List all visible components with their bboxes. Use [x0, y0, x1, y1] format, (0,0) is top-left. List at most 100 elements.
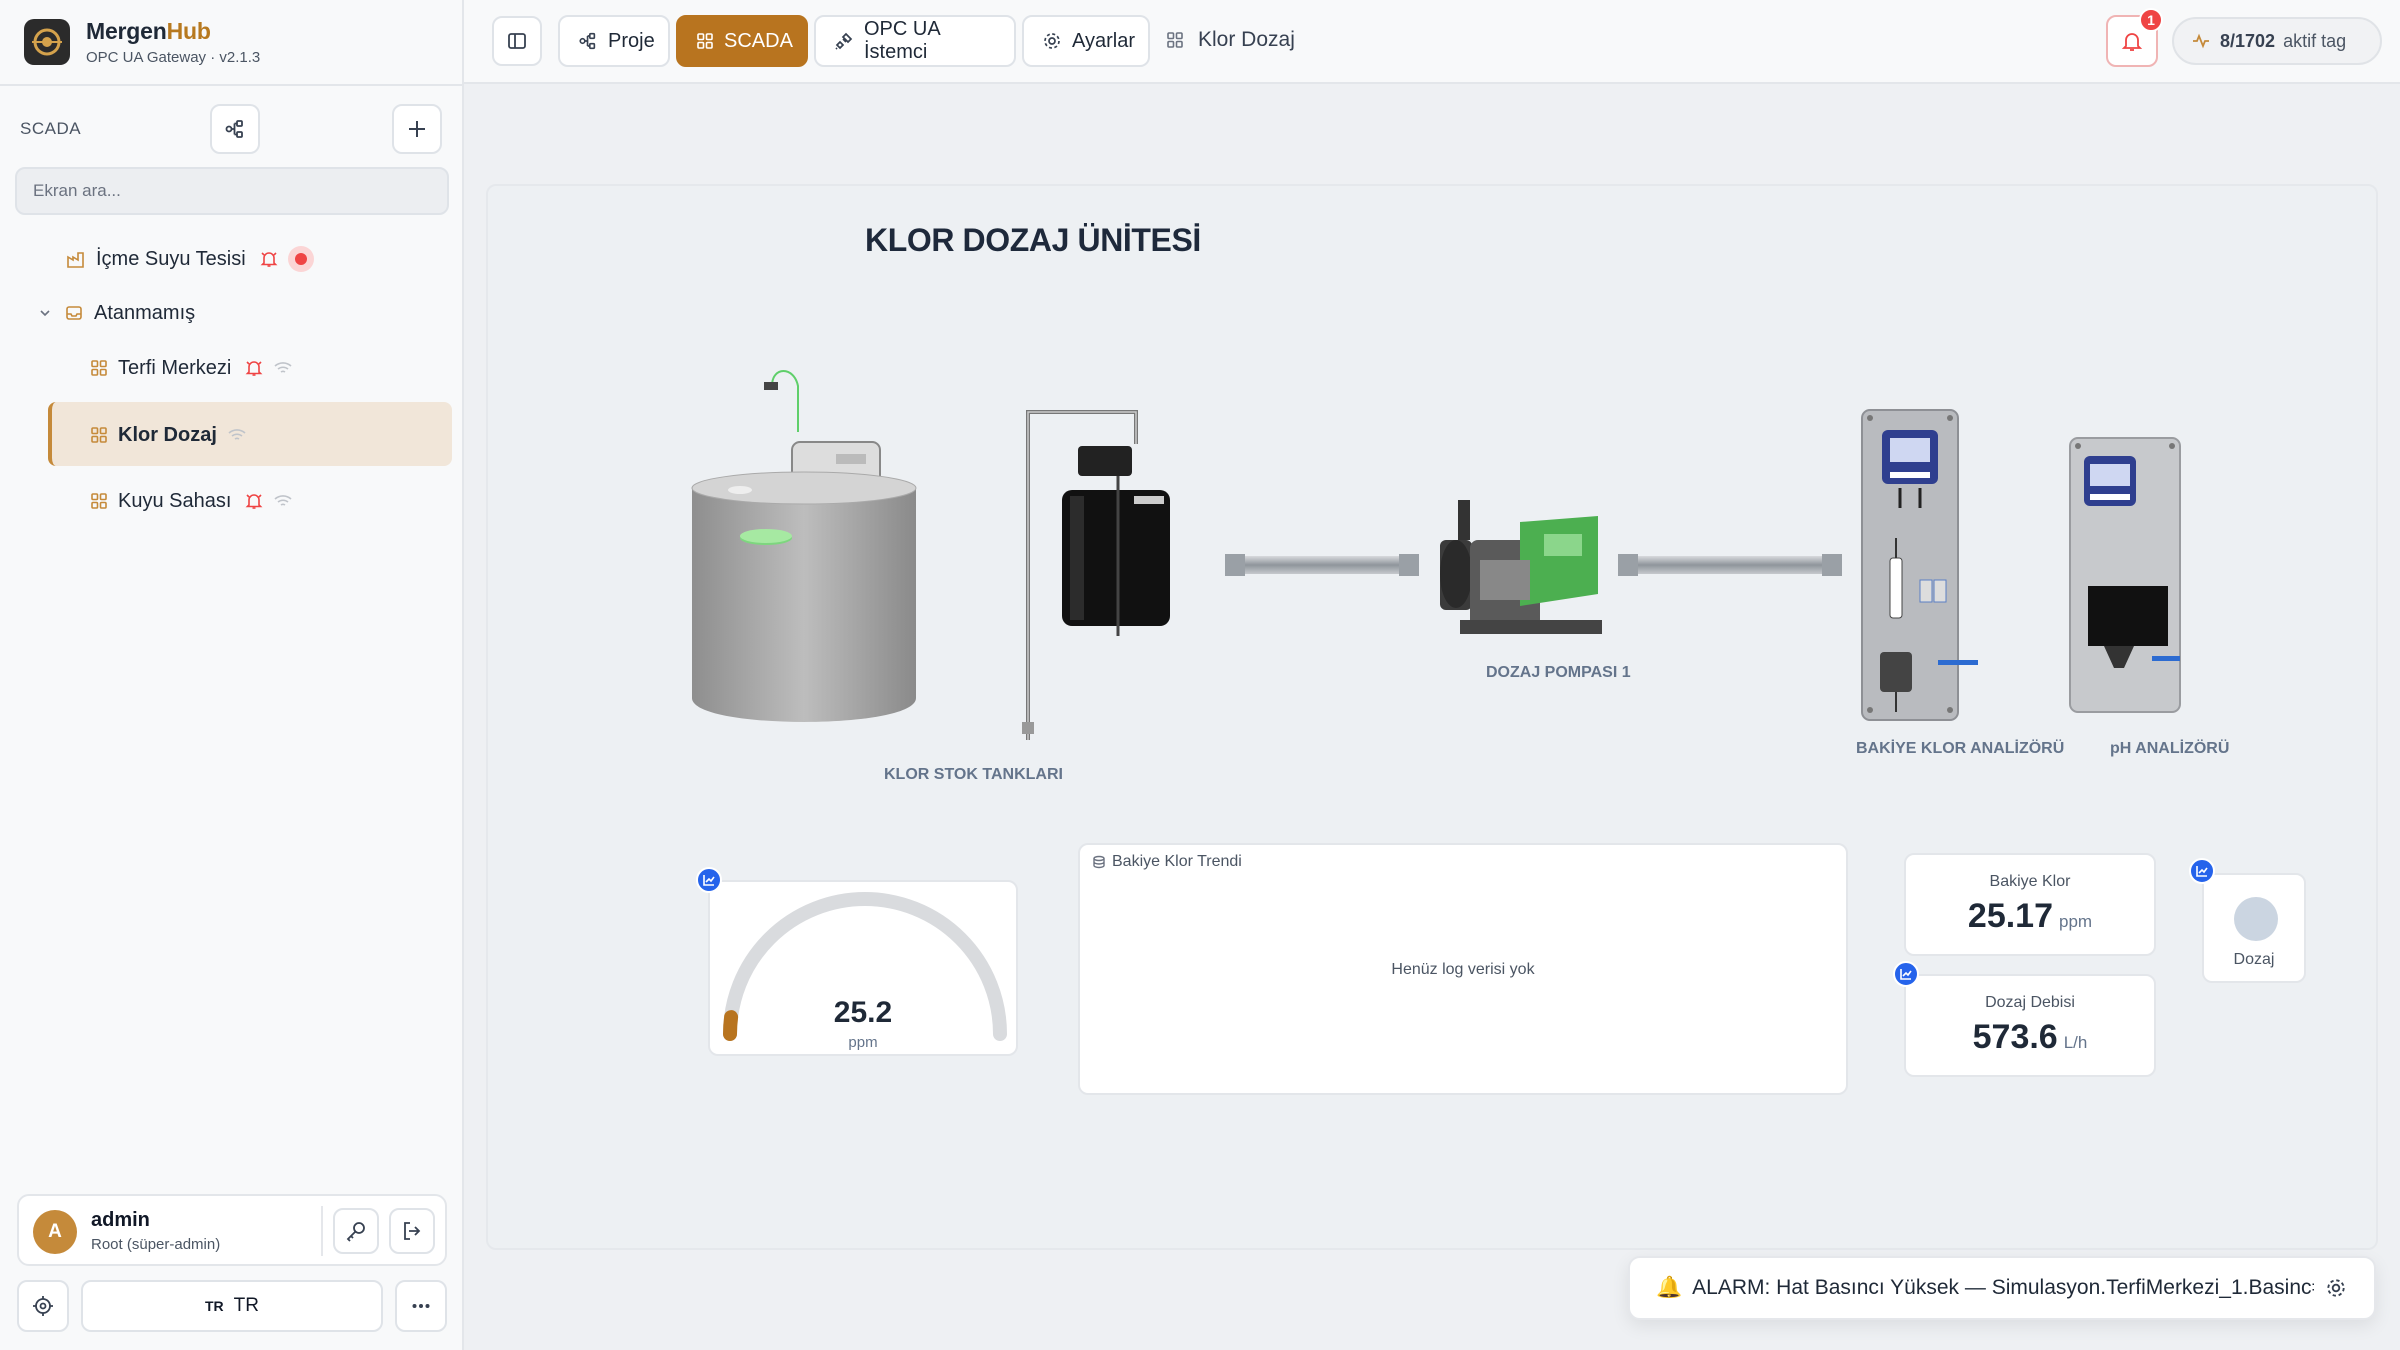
pump-label: DOZAJ POMPASI 1: [1486, 664, 1631, 681]
language-code: TR: [205, 1298, 224, 1314]
wifi-icon: [274, 362, 292, 373]
tab-label: Ayarlar: [1072, 29, 1135, 52]
breadcrumb: Klor Dozaj: [1166, 28, 1295, 52]
plus-icon: [409, 121, 425, 137]
value-card-number: 25.17 ppm: [1967, 897, 2093, 935]
chevron-down-icon: [40, 310, 50, 317]
sidebar-item-label: Kuyu Sahası: [118, 489, 232, 512]
chart-line-icon: [1900, 969, 1912, 980]
notification-count-badge: 1: [2139, 8, 2163, 32]
gear-icon: [1044, 33, 1060, 49]
app-subtitle: OPC UA Gateway · v2.1.3: [86, 49, 261, 66]
tab-label: SCADA: [724, 29, 793, 52]
tree-view-button[interactable]: [210, 104, 260, 154]
tab-opc-ua-istemci[interactable]: OPC UA İstemci: [814, 15, 1016, 67]
gauge-arc: [723, 892, 1007, 1041]
sidebar-item-klor-dozaj[interactable]: Klor Dozaj: [90, 420, 247, 450]
user-name: admin: [91, 1209, 150, 1231]
sidebar-toggle-button[interactable]: [492, 16, 542, 66]
factory-icon: [67, 252, 84, 268]
breadcrumb-label: Klor Dozaj: [1198, 28, 1295, 51]
ph-analyzer-label: pH ANALİZÖRÜ: [2110, 740, 2230, 757]
share-nodes-icon: [579, 32, 596, 50]
value-card-label: Dozaj Debisi: [1985, 994, 2075, 1011]
alarm-bell-icon: [245, 494, 263, 509]
inbox-icon: [66, 306, 82, 320]
sidebar-group-atanmamis[interactable]: Atanmamış: [38, 298, 195, 328]
sidebar-item-terfi-merkezi[interactable]: Terfi Merkezi: [90, 353, 293, 383]
sidebar-item-label: Klor Dozaj: [118, 423, 217, 446]
residual-chlorine-gauge[interactable]: 25.2 ppm: [708, 880, 1018, 1056]
wifi-icon: [228, 429, 246, 440]
scada-section-header: SCADA: [20, 104, 444, 154]
trend-link-badge[interactable]: [1893, 961, 1919, 987]
value-card-number: 573.6 L/h: [1972, 1018, 2088, 1056]
grid-icon: [91, 427, 107, 443]
tab-proje[interactable]: Proje: [558, 15, 670, 67]
tab-scada[interactable]: SCADA: [676, 15, 808, 67]
change-password-button[interactable]: [333, 1208, 379, 1254]
grid-icon: [1167, 32, 1183, 48]
brand[interactable]: MergenHub OPC UA Gateway · v2.1.3: [24, 16, 260, 68]
screen-search-input[interactable]: [15, 167, 449, 215]
active-tags-label: aktif tag: [2283, 30, 2347, 51]
grid-icon: [91, 360, 107, 376]
pipe-segment: [1225, 554, 1419, 576]
gauge-unit: ppm: [848, 1034, 878, 1051]
top-bar: Proje SCADA OPC UA İstemci Ayarlar Klor …: [464, 0, 2400, 84]
residual-chlorine-value-card[interactable]: Bakiye Klor 25.17 ppm: [1904, 853, 2156, 956]
language-button[interactable]: TR TR: [81, 1280, 383, 1332]
residual-chlorine-analyzer[interactable]: [1860, 408, 1980, 724]
divider: [321, 1206, 323, 1256]
ph-analyzer[interactable]: [2068, 436, 2188, 716]
wifi-icon: [274, 495, 292, 506]
dosing-status-indicator[interactable]: Dozaj: [2202, 873, 2306, 983]
alarm-active-indicator: [287, 246, 314, 272]
gauge-value: 25.2: [833, 996, 893, 1029]
add-screen-button[interactable]: [392, 104, 442, 154]
user-card: A admin Root (süper-admin): [17, 1194, 447, 1266]
preferences-button[interactable]: [17, 1280, 69, 1332]
alarm-settings-button[interactable]: [2314, 1266, 2358, 1310]
status-lamp: [2234, 897, 2278, 941]
gear-icon: [2327, 1279, 2345, 1297]
sidebar-group-label: Atanmamış: [94, 301, 196, 324]
dosing-pump-1[interactable]: [1440, 500, 1610, 650]
trend-link-badge[interactable]: [696, 867, 722, 893]
tab-label: Proje: [608, 29, 655, 52]
sidebar-item-label: İçme Suyu Tesisi: [96, 247, 246, 270]
alarm-bell-icon: 🔔: [1656, 1276, 1683, 1299]
dosing-flow-value-card[interactable]: Dozaj Debisi 573.6 L/h: [1904, 974, 2156, 1077]
chlorine-analyzer-label: BAKİYE KLOR ANALİZÖRÜ: [1856, 740, 2065, 757]
chart-line-icon: [2196, 866, 2208, 877]
sidebar-item-icme-suyu-tesisi[interactable]: İçme Suyu Tesisi: [66, 244, 314, 274]
indicator-label: Dozaj: [2233, 951, 2275, 968]
sidebar-footer: TR TR: [17, 1280, 447, 1332]
grid-icon: [91, 493, 107, 509]
trend-chart-panel[interactable]: Bakiye Klor Trendi Henüz log verisi yok: [1078, 843, 1848, 1095]
grid-icon: [697, 33, 713, 49]
chlorine-drum[interactable]: [1018, 404, 1188, 744]
database-icon: [1093, 855, 1105, 869]
language-label: TR: [233, 1295, 259, 1316]
user-role: Root (süper-admin): [91, 1236, 221, 1253]
avatar: A: [33, 1210, 77, 1254]
sidebar: MergenHub OPC UA Gateway · v2.1.3 SCADA …: [0, 0, 464, 1350]
chlorine-stock-tank[interactable]: [680, 358, 930, 758]
value-card-label: Bakiye Klor: [1989, 873, 2071, 890]
trend-link-badge[interactable]: [2189, 858, 2215, 884]
more-button[interactable]: [395, 1280, 447, 1332]
sidebar-panel-icon: [508, 33, 526, 49]
plug-icon: [835, 32, 853, 50]
app-name: MergenHub: [86, 18, 211, 44]
alarm-bell-icon: [260, 252, 278, 267]
logout-button[interactable]: [389, 1208, 435, 1254]
alarm-toast[interactable]: 🔔 ALARM: Hat Basıncı Yüksek — Simulasyon…: [1628, 1256, 2376, 1320]
tab-ayarlar[interactable]: Ayarlar: [1022, 15, 1150, 67]
pipe-segment: [1618, 554, 1842, 576]
active-tags-indicator[interactable]: 8/1702 aktif tag: [2172, 17, 2382, 65]
key-icon: [346, 1222, 365, 1242]
target-icon: [33, 1296, 53, 1316]
sidebar-item-kuyu-sahasi[interactable]: Kuyu Sahası: [90, 486, 293, 516]
trend-title: Bakiye Klor Trendi: [1092, 853, 1242, 871]
